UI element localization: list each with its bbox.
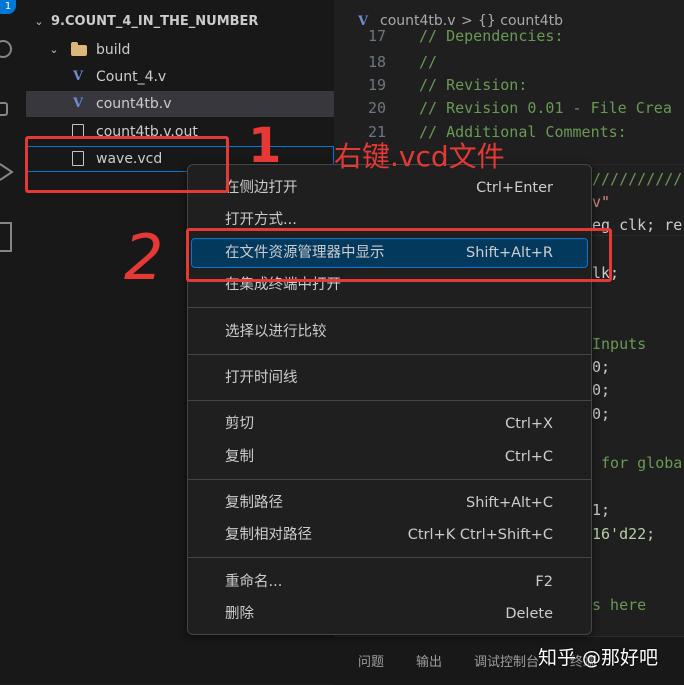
menu-separator — [188, 307, 591, 308]
tree-item-build[interactable]: ⌄ build — [26, 37, 334, 63]
panel-tab-output[interactable]: 输出 — [416, 651, 442, 670]
menu-item-label: 复制路径 — [225, 495, 283, 511]
menu-item-label: 在侧边打开 — [225, 180, 298, 196]
code-text: // Revision 0.01 - File Crea — [419, 99, 672, 117]
folder-icon — [71, 42, 87, 56]
code-fragment: 0; — [592, 358, 611, 376]
code-text: // Revision: — [419, 76, 528, 94]
menu-item-shortcut: Ctrl+K Ctrl+Shift+C — [407, 527, 553, 543]
notification-badge: 1 — [0, 0, 16, 14]
tree-item-count4tb-v[interactable]: V count4tb.v — [26, 91, 334, 117]
menu-item-label: 选择以进行比较 — [225, 324, 327, 340]
line-number: 19 — [367, 76, 386, 94]
watermark: 知乎 @那好吧 — [538, 647, 659, 669]
menu-separator — [188, 557, 591, 558]
tree-item-label: Count_4.v — [96, 69, 167, 85]
menu-item-shortcut: Ctrl+C — [504, 449, 553, 465]
line-number: 18 — [367, 53, 386, 71]
menu-item-shortcut: Shift+Alt+C — [465, 495, 553, 511]
tree-item-label: build — [96, 42, 131, 58]
menu-item-shortcut: F2 — [535, 574, 553, 590]
menu-item-label: 复制 — [225, 449, 254, 465]
menu-item-shortcut: Ctrl+Enter — [476, 180, 553, 196]
code-text: // Dependencies: — [419, 27, 564, 45]
menu-separator — [188, 479, 591, 480]
menu-item-shortcut: Ctrl+X — [505, 416, 553, 432]
line-number: 20 — [367, 99, 386, 117]
verilog-file-icon: V — [72, 69, 84, 84]
annotation-step-1-text: 右键.vcd文件 — [334, 140, 505, 173]
annotation-step-1: 1 — [248, 118, 282, 174]
menu-item-label: 剪切 — [225, 416, 254, 432]
annotation-box-wave-vcd — [25, 136, 229, 193]
menu-item-copy[interactable]: 复制 Ctrl+C — [192, 443, 587, 471]
code-fragment: v" — [592, 193, 611, 211]
menu-item-delete[interactable]: 删除 Delete — [192, 600, 587, 628]
chevron-down-icon: ⌄ — [49, 43, 59, 56]
menu-item-copy-relative-path[interactable]: 复制相对路径 Ctrl+K Ctrl+Shift+C — [192, 521, 587, 549]
explorer-root-header[interactable]: ⌄ 9.COUNT_4_IN_THE_NUMBER — [26, 9, 334, 35]
tree-item-count4-v[interactable]: V Count_4.v — [26, 64, 334, 90]
menu-item-cut[interactable]: 剪切 Ctrl+X — [192, 410, 587, 438]
code-fragment: ////////// — [592, 170, 683, 188]
panel-tab-debug-console[interactable]: 调试控制台 — [474, 651, 539, 670]
verilog-file-icon: V — [72, 96, 84, 111]
root-folder-label: 9.COUNT_4_IN_THE_NUMBER — [51, 14, 259, 29]
menu-separator — [188, 354, 591, 355]
code-fragment: for globa — [592, 454, 683, 472]
line-number: 17 — [367, 27, 386, 45]
menu-item-label: 复制相对路径 — [225, 527, 312, 543]
menu-item-label: 重命名... — [225, 574, 283, 590]
run-debug-icon[interactable] — [0, 162, 14, 182]
menu-item-open-timeline[interactable]: 打开时间线 — [192, 364, 587, 392]
activity-bar: 1 — [0, 0, 26, 684]
annotation-step-2: 2 — [124, 221, 164, 294]
search-icon[interactable] — [0, 40, 12, 58]
menu-item-label: 打开时间线 — [225, 370, 298, 386]
menu-item-rename[interactable]: 重命名... F2 — [192, 568, 587, 596]
code-fragment: 0; — [592, 405, 611, 423]
chevron-down-icon: ⌄ — [34, 15, 44, 28]
menu-item-open-to-side[interactable]: 在侧边打开 Ctrl+Enter — [192, 174, 587, 202]
annotation-box-reveal-item — [186, 228, 612, 282]
code-fragment: Inputs — [592, 335, 647, 353]
menu-item-select-for-compare[interactable]: 选择以进行比较 — [192, 318, 587, 346]
code-fragment: 16'd22; — [592, 525, 656, 543]
code-text: // — [419, 53, 438, 71]
source-control-icon[interactable] — [0, 102, 8, 116]
menu-item-shortcut: Delete — [505, 606, 553, 622]
code-line-17: 17 // Dependencies: — [334, 27, 684, 66]
menu-item-copy-path[interactable]: 复制路径 Shift+Alt+C — [192, 489, 587, 517]
panel-tab-problems[interactable]: 问题 — [358, 651, 384, 670]
tree-item-label: count4tb.v — [96, 96, 172, 112]
code-fragment: 1; — [592, 501, 611, 519]
menu-separator — [188, 400, 591, 401]
code-fragment: 0; — [592, 381, 611, 399]
code-fragment: s here — [592, 596, 647, 614]
menu-item-label: 删除 — [225, 606, 254, 622]
extensions-icon[interactable] — [0, 222, 12, 252]
